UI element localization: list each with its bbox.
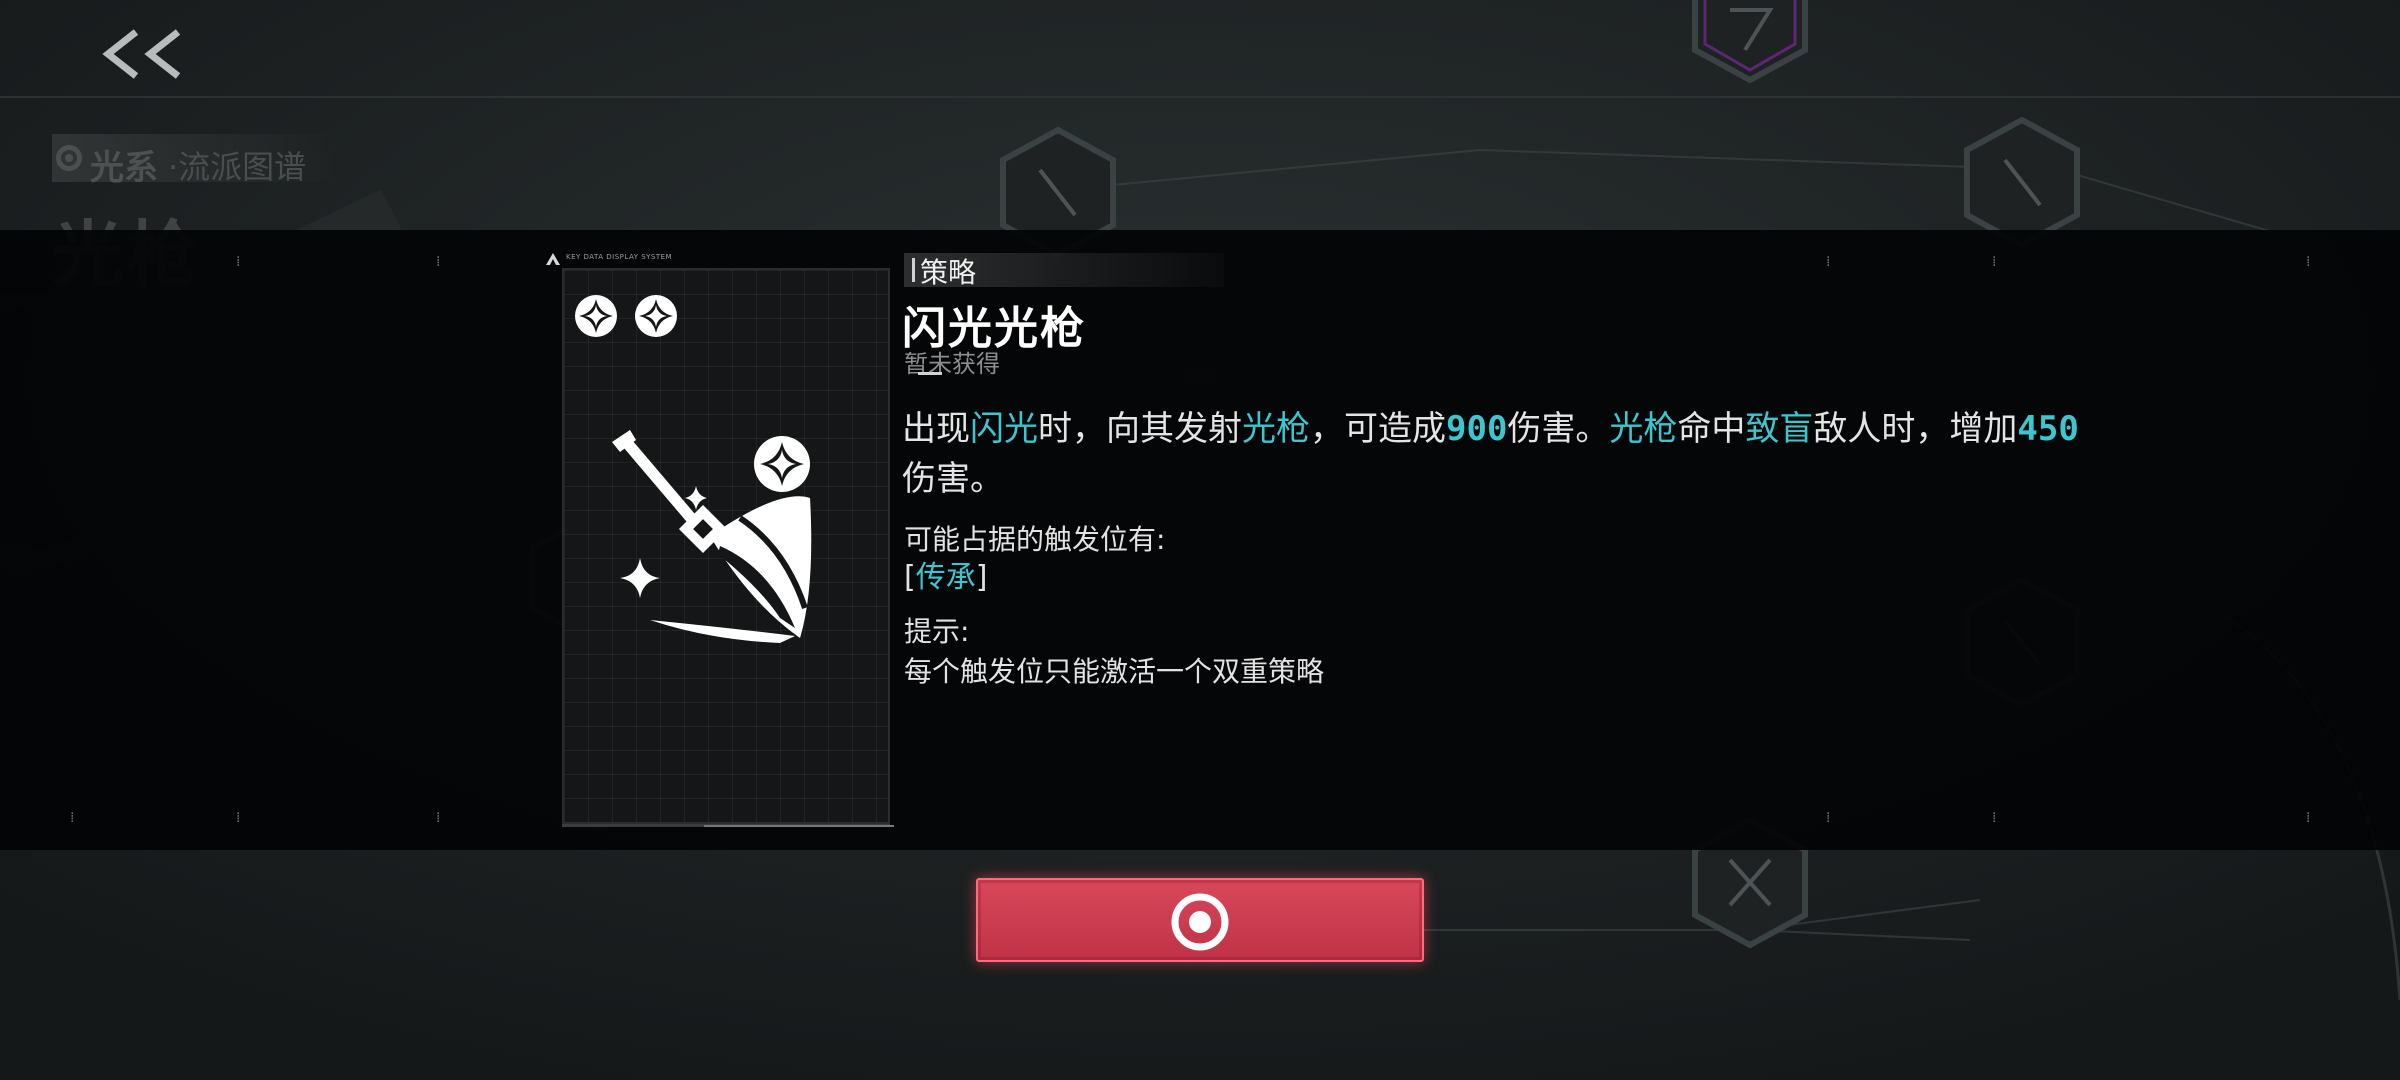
rank-stars (575, 295, 677, 337)
system-logo-icon (546, 253, 560, 265)
card-caption: KEY DATA DISPLAY SYSTEM (566, 253, 673, 261)
keyword-flash: 闪光 (970, 409, 1038, 449)
breadcrumb: 光系 ·流派图谱 (52, 134, 342, 188)
keyword-blind: 致盲 (1745, 409, 1814, 449)
corner-marks: ⁞ (1992, 254, 2003, 270)
desc-text: 时，向其发射 (1038, 409, 1242, 449)
corner-marks: ⁞ (236, 810, 247, 826)
card-divider-highlight (704, 825, 894, 827)
back-button[interactable] (96, 24, 196, 84)
corner-marks: ⁞ (436, 254, 447, 270)
category-tag-marker (912, 258, 915, 282)
slot-name[interactable]: 传承 (916, 560, 976, 595)
double-chevron-left-icon (102, 29, 181, 79)
desc-text: 敌人时，增加 (1813, 409, 2018, 449)
corner-marks: ⁞ (1826, 810, 1837, 826)
bonus-damage-value: 450 (2017, 409, 2079, 449)
light-spear-icon (612, 430, 812, 643)
desc-text: 伤害。 (1507, 409, 1610, 449)
slot-bracket: ] (975, 560, 988, 595)
corner-marks: ⁞ (436, 810, 447, 826)
desc-text: 伤害。 (902, 459, 1004, 499)
keyword-light-spear: 光枪 (1609, 409, 1678, 449)
corner-marks: ⁞ (236, 254, 247, 270)
tip-text: 每个触发位只能激活一个双重策略 (904, 655, 1325, 688)
confirm-button[interactable] (976, 878, 1424, 962)
four-point-star-icon (575, 295, 617, 337)
corner-marks: ⁞ (1992, 810, 2003, 826)
damage-value: 900 (1446, 409, 1508, 449)
breadcrumb-element: 光系 (90, 148, 158, 188)
category-tag: 策略 (920, 256, 977, 289)
corner-marks: ⁞ (2306, 254, 2317, 270)
corner-marks: ⁞ (2306, 810, 2317, 826)
ring-target-icon (1171, 893, 1229, 951)
light-element-icon (56, 145, 82, 171)
status-underline (918, 372, 942, 375)
corner-marks: ⁞ (1826, 254, 1837, 270)
breadcrumb-section: ·流派图谱 (168, 148, 307, 186)
slot-bracket: [ (904, 560, 916, 595)
skill-description: 出现闪光时，向其发射光枪，可造成900伤害。光枪命中致盲敌人时，增加450伤害。 (902, 404, 2082, 504)
corner-marks: ⁞ (70, 810, 81, 826)
desc-text: 出现 (902, 409, 970, 449)
desc-text: ，可造成 (1310, 409, 1446, 449)
four-point-star-icon (635, 295, 677, 337)
keyword-light-spear: 光枪 (1242, 409, 1310, 449)
skill-detail-modal: ⁞ ⁞ ⁞ ⁞ ⁞ ⁞ ⁞ ⁞ ⁞ ⁞ ⁞ (0, 230, 2400, 850)
tip-label: 提示: (904, 615, 970, 648)
desc-text: 命中 (1677, 409, 1746, 449)
trigger-slot: [传承] (904, 552, 987, 596)
